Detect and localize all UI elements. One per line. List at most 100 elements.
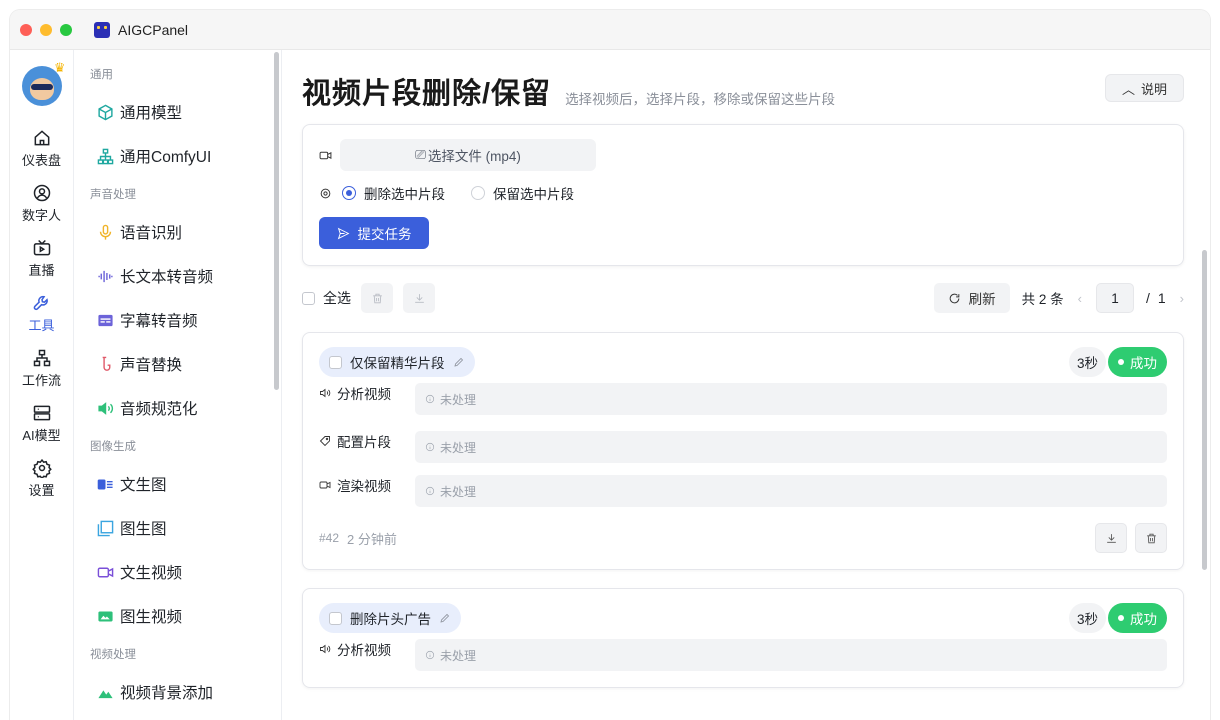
download-icon <box>414 293 424 303</box>
rail-item-digital-human[interactable]: 数字人 <box>10 183 74 224</box>
sidebar-item-label: 音频规范化 <box>120 401 198 418</box>
select-file-label: 选择文件 (mp4) <box>427 149 521 164</box>
text-image-icon <box>97 479 113 489</box>
app-logo-icon <box>94 21 110 38</box>
info-icon <box>425 442 435 452</box>
sidebar-item-label: 声音替换 <box>120 357 183 374</box>
close-window-button[interactable] <box>20 23 32 36</box>
sidebar-item-label: 长文本转音频 <box>120 269 214 286</box>
rail-label: 数字人 <box>21 208 61 223</box>
radio-keep-segments[interactable]: 保留选中片段 <box>471 183 574 203</box>
info-icon <box>425 486 435 496</box>
refresh-button[interactable]: 刷新 <box>933 283 1010 313</box>
task-title: 删除片头广告 <box>350 612 431 627</box>
tag-icon <box>319 436 330 447</box>
trash-icon <box>372 293 382 303</box>
status-badge: 成功 <box>1108 603 1167 633</box>
file-icon: ⎚ <box>415 147 426 162</box>
home-icon <box>34 130 49 146</box>
list-toolbar: 全选 刷新 共 2 条 ‹ 1 / 1 › <box>302 282 1184 314</box>
task-title-chip[interactable]: 删除片头广告 <box>319 603 461 633</box>
sidebar-scrollbar[interactable] <box>274 52 279 390</box>
page-subtitle: 选择视频后，选择片段，移除或保留这些片段 <box>565 92 836 107</box>
task-id: #42 <box>319 531 340 545</box>
rail-item-dashboard[interactable]: 仪表盘 <box>10 128 74 169</box>
status-label: 成功 <box>1130 612 1157 627</box>
sidebar-group-title: 图像生成 <box>90 441 136 453</box>
page-header: 视频片段删除/保留 选择视频后，选择片段，移除或保留这些片段 ︿ 说明 <box>302 72 1190 112</box>
gear-icon <box>320 188 331 198</box>
page-input[interactable]: 1 <box>1095 283 1134 313</box>
sidebar-item-voice-replace[interactable]: 声音替换 <box>74 342 281 386</box>
submit-label: 提交任务 <box>357 227 412 242</box>
sidebar-item-label: 图生视频 <box>120 609 183 626</box>
select-file-button[interactable]: ⎚ 选择文件 (mp4) <box>340 139 596 171</box>
app-window: AIGCPanel ♛ 仪表盘 数字人 直播 工具 工作流 AI模型 设置 通用… <box>10 10 1210 720</box>
main-scrollbar[interactable] <box>1202 250 1207 570</box>
rail-item-workflow[interactable]: 工作流 <box>10 348 74 389</box>
step-status-box: 未处理 <box>415 383 1167 415</box>
edit-icon[interactable] <box>439 612 451 624</box>
sidebar-item-video-background[interactable]: 视频背景添加 <box>74 670 281 714</box>
user-circle-icon <box>33 184 50 202</box>
rail-item-settings[interactable]: 设置 <box>10 458 74 499</box>
task-step: 配置片段 未处理 <box>319 431 1167 463</box>
step-status-box: 未处理 <box>415 639 1167 671</box>
main-content: 视频片段删除/保留 选择视频后，选择片段，移除或保留这些片段 ︿ 说明 ⎚ 选择… <box>282 50 1210 720</box>
download-task-button[interactable] <box>1095 523 1127 553</box>
maximize-window-button[interactable] <box>60 23 72 36</box>
send-icon <box>337 227 349 239</box>
sidebar-item-speech-recognition[interactable]: 语音识别 <box>74 210 281 254</box>
rail-item-live[interactable]: 直播 <box>10 238 74 279</box>
rail-item-tools[interactable]: 工具 <box>10 293 74 334</box>
help-button[interactable]: ︿ 说明 <box>1104 74 1184 102</box>
sidebar-item-audio-normalize[interactable]: 音频规范化 <box>74 386 281 430</box>
step-value: 未处理 <box>440 648 477 663</box>
submit-task-button[interactable]: 提交任务 <box>319 217 429 249</box>
gear-icon <box>31 458 52 478</box>
step-status-box: 未处理 <box>415 431 1167 463</box>
page-total: 1 <box>1157 290 1166 306</box>
sidebar-item-long-text-audio[interactable]: 长文本转音频 <box>74 254 281 298</box>
sidebar-item-comfyui[interactable]: 通用ComfyUI <box>74 134 281 178</box>
trash-icon <box>1146 533 1156 543</box>
page-title: 视频片段删除/保留 <box>302 78 552 110</box>
rail-item-ai-model[interactable]: AI模型 <box>10 403 74 444</box>
edit-icon[interactable] <box>453 356 465 368</box>
sidebar-item-image-to-video[interactable]: 图生视频 <box>74 594 281 638</box>
prev-page-button[interactable]: ‹ <box>1078 291 1082 306</box>
mountain-icon <box>97 689 113 698</box>
step-value: 未处理 <box>440 392 477 407</box>
speaker-icon <box>97 401 113 415</box>
tools-sidebar: 通用 通用模型 通用ComfyUI 声音处理 语音识别 长文本转音频 字幕转音频 <box>74 50 282 720</box>
wrench-icon <box>33 295 48 311</box>
avatar[interactable]: ♛ <box>21 60 66 106</box>
delete-task-button[interactable] <box>1135 523 1167 553</box>
next-page-button[interactable]: › <box>1180 291 1184 306</box>
delete-selected-button[interactable] <box>361 283 393 313</box>
select-all-checkbox[interactable]: 全选 <box>302 288 351 308</box>
rail-label: 仪表盘 <box>21 153 61 168</box>
task-checkbox[interactable] <box>329 611 342 625</box>
minimize-window-button[interactable] <box>40 23 52 36</box>
sidebar-item-text-to-image[interactable]: 文生图 <box>74 462 281 506</box>
sidebar-group-title: 通用 <box>90 69 113 81</box>
refresh-label: 刷新 <box>968 292 996 307</box>
video-camera-icon <box>319 481 331 489</box>
sidebar-item-subtitle-audio[interactable]: 字幕转音频 <box>74 298 281 342</box>
sidebar-item-general-model[interactable]: 通用模型 <box>74 90 281 134</box>
sidebar-item-label: 通用模型 <box>120 105 183 122</box>
speaker-icon <box>320 644 331 654</box>
task-title-chip[interactable]: 仅保留精华片段 <box>319 347 475 377</box>
download-selected-button[interactable] <box>403 283 435 313</box>
sidebar-item-label: 通用ComfyUI <box>120 149 212 166</box>
sidebar-item-image-to-image[interactable]: 图生图 <box>74 506 281 550</box>
app-title: AIGCPanel <box>118 21 189 38</box>
chevron-up-icon: ︿ <box>1121 81 1135 97</box>
select-all-label: 全选 <box>323 290 351 306</box>
info-icon <box>425 650 435 660</box>
task-checkbox[interactable] <box>329 355 342 369</box>
sidebar-item-label: 图生图 <box>120 521 167 538</box>
sidebar-item-text-to-video[interactable]: 文生视频 <box>74 550 281 594</box>
radio-delete-segments[interactable]: 删除选中片段 <box>342 183 445 203</box>
